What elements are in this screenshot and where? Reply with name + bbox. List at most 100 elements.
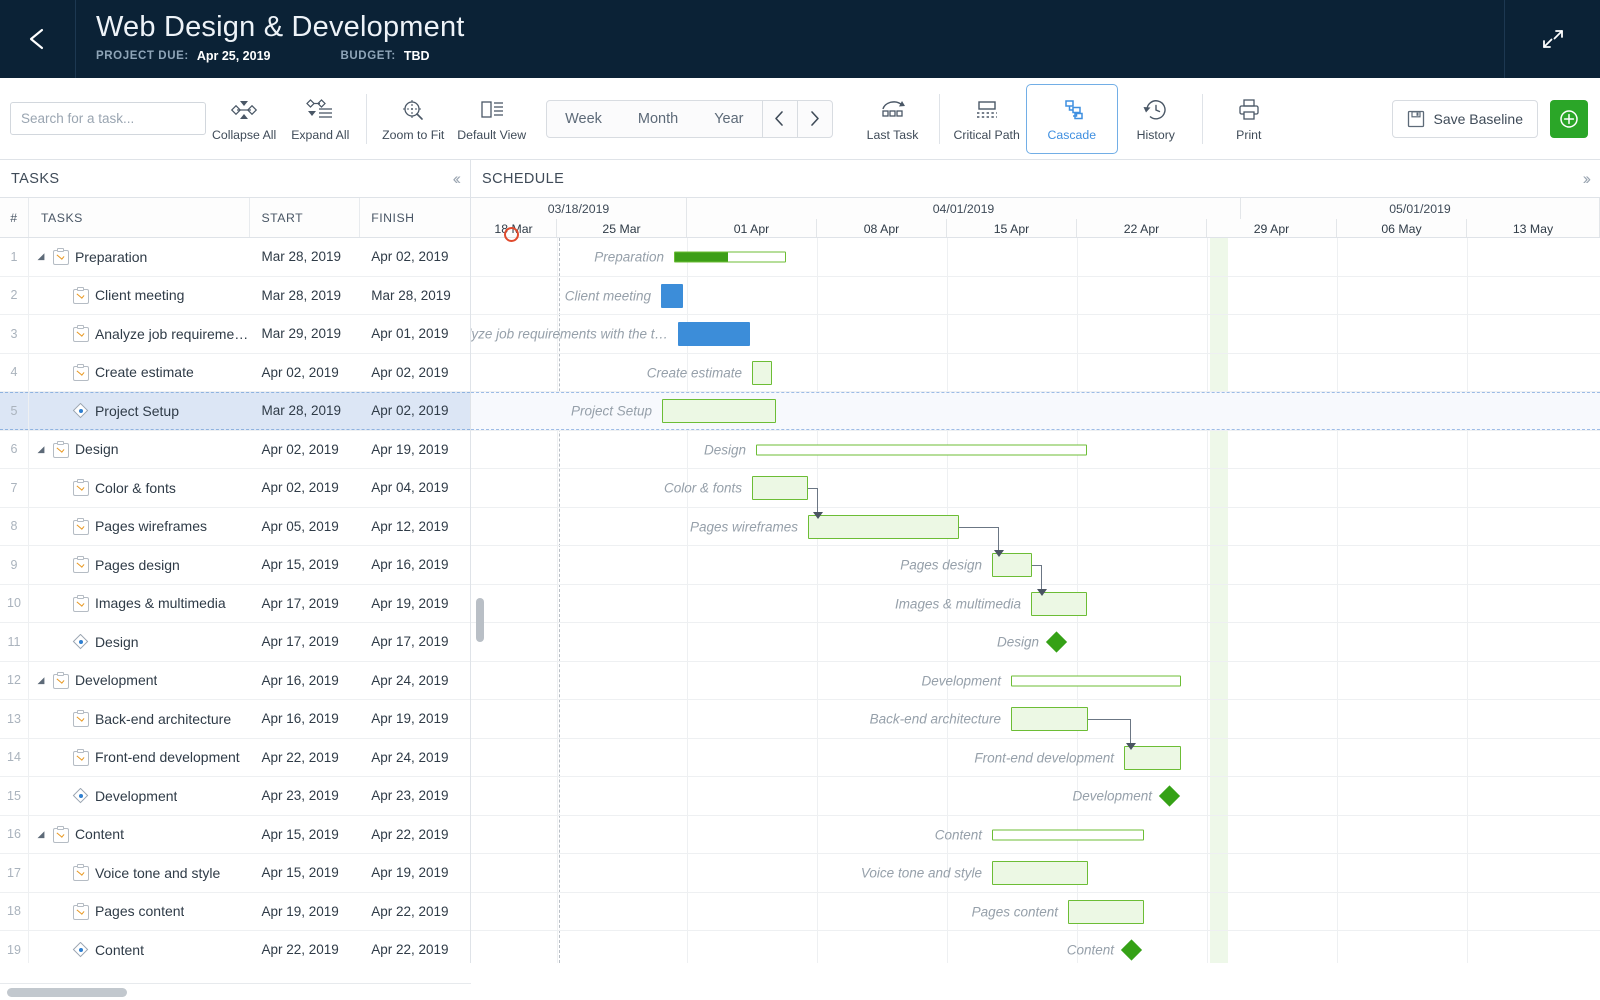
gantt-bar[interactable] bbox=[678, 322, 750, 347]
task-name-cell[interactable]: ◢Client meeting bbox=[29, 286, 251, 304]
gantt-bar[interactable] bbox=[1068, 899, 1144, 924]
column-header-finish[interactable]: FINISH bbox=[360, 198, 470, 237]
task-start-date[interactable]: Apr 22, 2019 bbox=[250, 942, 360, 957]
gantt-chart[interactable]: Preparation Client meeting Analyze job req… bbox=[471, 238, 1600, 963]
task-name-cell[interactable]: ◢ Preparation bbox=[29, 248, 251, 266]
task-finish-date[interactable]: Apr 22, 2019 bbox=[360, 827, 470, 842]
task-name-cell[interactable]: ◢Content bbox=[29, 941, 251, 958]
task-finish-date[interactable]: Apr 24, 2019 bbox=[360, 673, 470, 688]
task-start-date[interactable]: Apr 22, 2019 bbox=[250, 750, 360, 765]
task-name-cell[interactable]: ◢Create estimate bbox=[29, 363, 251, 381]
task-start-date[interactable]: Apr 23, 2019 bbox=[250, 788, 360, 803]
task-finish-date[interactable]: Apr 22, 2019 bbox=[360, 942, 470, 957]
table-row[interactable]: 18◢Pages contentApr 19, 2019Apr 22, 2019 bbox=[0, 892, 470, 931]
task-start-date[interactable]: Mar 28, 2019 bbox=[250, 249, 360, 264]
task-list[interactable]: 1◢PreparationMar 28, 2019Apr 02, 20192◢C… bbox=[0, 238, 471, 963]
task-name-cell[interactable]: ◢Back-end architecture bbox=[29, 710, 251, 728]
task-name-cell[interactable]: ◢Pages content bbox=[29, 902, 251, 920]
task-finish-date[interactable]: Apr 19, 2019 bbox=[360, 596, 470, 611]
gantt-row[interactable] bbox=[471, 777, 1600, 816]
history-button[interactable]: History bbox=[1118, 86, 1194, 152]
gantt-row[interactable] bbox=[471, 469, 1600, 508]
gantt-bar[interactable] bbox=[662, 399, 776, 424]
table-row[interactable]: 16 ◢ Content Apr 15, 2019 Apr 22, 2019 bbox=[0, 815, 470, 854]
table-row[interactable]: 19◢ContentApr 22, 2019Apr 22, 2019 bbox=[0, 931, 470, 963]
task-name-cell[interactable]: ◢Front-end development bbox=[29, 748, 251, 766]
task-start-date[interactable]: Apr 17, 2019 bbox=[250, 596, 360, 611]
gantt-bar[interactable] bbox=[1011, 707, 1088, 732]
expand-all-button[interactable]: Expand All bbox=[282, 86, 358, 152]
task-name-cell[interactable]: ◢Voice tone and style bbox=[29, 864, 251, 882]
column-header-start[interactable]: START bbox=[250, 198, 361, 237]
gantt-bar[interactable] bbox=[752, 360, 772, 385]
task-name-cell[interactable]: ◢Project Setup bbox=[29, 402, 251, 419]
double-chevron-right-icon[interactable]: ›› bbox=[1583, 169, 1592, 189]
save-baseline-button[interactable]: Save Baseline bbox=[1392, 99, 1538, 138]
task-finish-date[interactable]: Apr 02, 2019 bbox=[360, 403, 470, 418]
task-finish-date[interactable]: Apr 02, 2019 bbox=[360, 365, 470, 380]
cascade-button[interactable]: Cascade bbox=[1025, 83, 1118, 154]
back-button[interactable] bbox=[0, 0, 76, 78]
table-row[interactable]: 1 ◢ Preparation Mar 28, 2019 Apr 02, 2019 bbox=[0, 238, 470, 277]
column-header-tasks[interactable]: TASKS bbox=[29, 198, 251, 237]
table-row[interactable]: 2◢Client meetingMar 28, 2019Mar 28, 2019 bbox=[0, 276, 470, 315]
gantt-bar[interactable] bbox=[661, 283, 683, 308]
task-list-hscroll-thumb[interactable] bbox=[7, 988, 127, 997]
task-start-date[interactable]: Apr 15, 2019 bbox=[250, 865, 360, 880]
gantt-bar[interactable] bbox=[752, 476, 808, 501]
gantt-bar[interactable] bbox=[992, 861, 1088, 886]
collapse-all-button[interactable]: Collapse All bbox=[206, 86, 282, 152]
task-finish-date[interactable]: Apr 01, 2019 bbox=[360, 326, 470, 341]
scale-month-button[interactable]: Month bbox=[620, 101, 696, 137]
task-finish-date[interactable]: Apr 19, 2019 bbox=[360, 865, 470, 880]
search-box[interactable] bbox=[10, 102, 206, 135]
table-row[interactable]: 4◢Create estimateApr 02, 2019Apr 02, 201… bbox=[0, 353, 470, 392]
task-start-date[interactable]: Mar 29, 2019 bbox=[250, 326, 360, 341]
table-row[interactable]: 13◢Back-end architectureApr 16, 2019Apr … bbox=[0, 700, 470, 739]
table-row[interactable]: 10◢Images & multimediaApr 17, 2019Apr 19… bbox=[0, 584, 470, 623]
collapse-toggle-icon[interactable]: ◢ bbox=[35, 675, 47, 686]
task-finish-date[interactable]: Mar 28, 2019 bbox=[360, 288, 470, 303]
collapse-toggle-icon[interactable]: ◢ bbox=[35, 444, 47, 455]
task-finish-date[interactable]: Apr 22, 2019 bbox=[360, 904, 470, 919]
gantt-bar[interactable] bbox=[1011, 675, 1181, 687]
task-start-date[interactable]: Apr 16, 2019 bbox=[250, 711, 360, 726]
task-start-date[interactable]: Apr 17, 2019 bbox=[250, 634, 360, 649]
table-row[interactable]: 5◢Project SetupMar 28, 2019Apr 02, 2019 bbox=[0, 392, 470, 431]
task-finish-date[interactable]: Apr 12, 2019 bbox=[360, 519, 470, 534]
table-row[interactable]: 17◢Voice tone and styleApr 15, 2019Apr 1… bbox=[0, 854, 470, 893]
task-start-date[interactable]: Apr 02, 2019 bbox=[250, 365, 360, 380]
task-start-date[interactable]: Mar 28, 2019 bbox=[250, 288, 360, 303]
task-finish-date[interactable]: Apr 19, 2019 bbox=[360, 711, 470, 726]
task-finish-date[interactable]: Apr 04, 2019 bbox=[360, 480, 470, 495]
task-name-cell[interactable]: ◢Images & multimedia bbox=[29, 594, 251, 612]
gantt-bar[interactable] bbox=[808, 514, 959, 539]
task-finish-date[interactable]: Apr 17, 2019 bbox=[360, 634, 470, 649]
task-finish-date[interactable]: Apr 19, 2019 bbox=[360, 442, 470, 457]
gantt-row[interactable] bbox=[471, 508, 1600, 546]
task-list-hscrollbar[interactable] bbox=[0, 983, 471, 1000]
table-row[interactable]: 8◢Pages wireframesApr 05, 2019Apr 12, 20… bbox=[0, 507, 470, 546]
task-finish-date[interactable]: Apr 16, 2019 bbox=[360, 557, 470, 572]
task-name-cell[interactable]: ◢Design bbox=[29, 440, 251, 458]
gantt-bar[interactable] bbox=[756, 444, 1087, 456]
task-start-date[interactable]: Apr 15, 2019 bbox=[250, 827, 360, 842]
search-input[interactable] bbox=[21, 111, 198, 126]
table-row[interactable]: 9◢Pages designApr 15, 2019Apr 16, 2019 bbox=[0, 546, 470, 585]
task-start-date[interactable]: Apr 05, 2019 bbox=[250, 519, 360, 534]
task-name-cell[interactable]: ◢Analyze job requireme… bbox=[29, 325, 251, 343]
default-view-button[interactable]: Default View bbox=[451, 86, 532, 152]
task-start-date[interactable]: Apr 02, 2019 bbox=[250, 442, 360, 457]
zoom-to-fit-button[interactable]: Zoom to Fit bbox=[375, 86, 451, 152]
task-start-date[interactable]: Apr 02, 2019 bbox=[250, 480, 360, 495]
table-row[interactable]: 12 ◢ Development Apr 16, 2019 Apr 24, 2019 bbox=[0, 661, 470, 700]
gantt-bar[interactable] bbox=[674, 251, 786, 263]
print-button[interactable]: Print bbox=[1211, 86, 1287, 152]
table-row[interactable]: 11◢DesignApr 17, 2019Apr 17, 2019 bbox=[0, 623, 470, 662]
timeline-prev-button[interactable] bbox=[763, 101, 797, 137]
gantt-vscrollbar[interactable] bbox=[476, 598, 484, 642]
task-name-cell[interactable]: ◢Pages design bbox=[29, 556, 251, 574]
task-name-cell[interactable]: ◢Design bbox=[29, 633, 251, 650]
collapse-toggle-icon[interactable]: ◢ bbox=[35, 251, 47, 262]
fullscreen-button[interactable] bbox=[1504, 0, 1600, 78]
